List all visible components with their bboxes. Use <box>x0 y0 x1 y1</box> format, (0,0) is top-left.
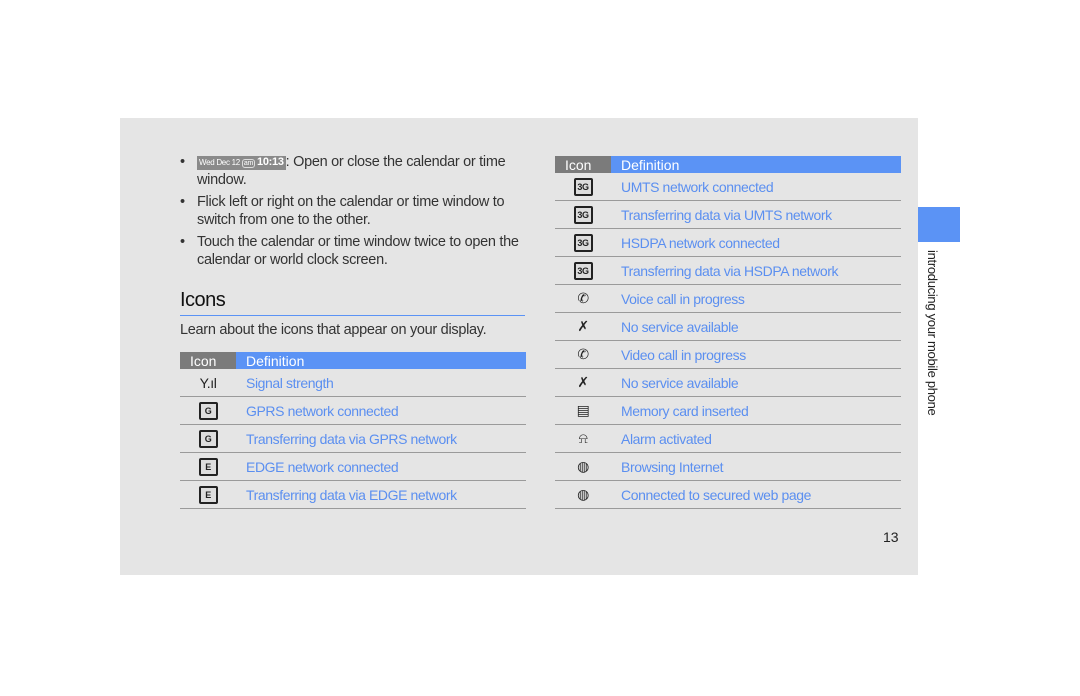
definition-cell: Transferring data via EDGE network <box>236 480 526 509</box>
section-intro: Learn about the icons that appear on you… <box>180 322 487 338</box>
bullet-dot: • <box>180 234 185 250</box>
icon-cell: E <box>180 480 236 509</box>
icons-table-right: Icon Definition 3G UMTS network connected… <box>555 156 901 509</box>
umts-icon: 3G <box>573 178 593 197</box>
table-row: ◍ Connected to secured web page <box>555 480 901 509</box>
icons-table-left: Icon Definition Y.ıl Signal strength G GPRS… <box>180 352 526 509</box>
header-definition: Definition <box>236 352 526 369</box>
definition-cell: Transferring data via GPRS network <box>236 424 526 453</box>
icon-cell: ◍ <box>555 452 611 481</box>
table-row: ✆ Video call in progress <box>555 340 901 369</box>
hsdpa-transfer-icon: 3G <box>573 262 593 281</box>
bullet-dot: • <box>180 194 185 210</box>
bullet-text: Flick left or right on the calendar or t… <box>197 194 505 228</box>
alarm-icon: ⍾ <box>578 430 588 446</box>
icon-cell: ✗ <box>555 368 611 397</box>
gprs-icon: G <box>198 402 218 421</box>
table-row: Y.ıl Signal strength <box>180 369 526 397</box>
icon-cell: ✆ <box>555 340 611 369</box>
icon-cell: G <box>180 424 236 453</box>
chapter-title: introducing your mobile phone <box>925 250 940 416</box>
table-row: ⍾ Alarm activated <box>555 424 901 453</box>
icon-cell: ⍾ <box>555 424 611 453</box>
clock-date: Wed Dec 12 <box>199 158 240 167</box>
table-row: ✗ No service available <box>555 312 901 341</box>
table-row: 3G Transferring data via UMTS network <box>555 200 901 229</box>
icon-cell: E <box>180 452 236 481</box>
icon-cell: ▤ <box>555 396 611 425</box>
clock-time: 10:13 <box>257 156 284 168</box>
icon-cell: 3G <box>555 173 611 201</box>
hsdpa-icon: 3G <box>573 234 593 253</box>
icon-cell: ✆ <box>555 284 611 313</box>
definition-cell: Browsing Internet <box>611 452 901 481</box>
definition-cell: EDGE network connected <box>236 452 526 481</box>
icon-cell: ◍ <box>555 480 611 509</box>
table-row: ✆ Voice call in progress <box>555 284 901 313</box>
header-definition: Definition <box>611 156 901 173</box>
edge-transfer-icon: E <box>198 486 218 505</box>
icon-cell: 3G <box>555 228 611 257</box>
table-row: 3G Transferring data via HSDPA network <box>555 256 901 285</box>
no-service-icon: ✗ <box>577 318 589 334</box>
definition-cell: Voice call in progress <box>611 284 901 313</box>
clock-widget-image: Wed Dec 12 am 10:13 <box>197 156 286 170</box>
chapter-tab <box>918 207 960 242</box>
browsing-internet-icon: ◍ <box>577 458 589 474</box>
no-video-service-icon: ✗ <box>577 374 589 390</box>
definition-cell: UMTS network connected <box>611 173 901 201</box>
table-row: ✗ No service available <box>555 368 901 397</box>
table-row: G GPRS network connected <box>180 396 526 425</box>
definition-cell: Video call in progress <box>611 340 901 369</box>
edge-icon: E <box>198 458 218 477</box>
definition-cell: Connected to secured web page <box>611 480 901 509</box>
table-row: G Transferring data via GPRS network <box>180 424 526 453</box>
icon-cell: ✗ <box>555 312 611 341</box>
table-row: ▤ Memory card inserted <box>555 396 901 425</box>
definition-cell: Alarm activated <box>611 424 901 453</box>
bullet-item: • Wed Dec 12 am 10:13: Open or close the c… <box>180 153 530 189</box>
voice-call-icon: ✆ <box>577 290 589 306</box>
bullet-dot: • <box>180 154 185 170</box>
section-title: Icons <box>180 289 226 311</box>
title-underline <box>180 315 525 316</box>
bullet-text: Touch the calendar or time window twice … <box>197 234 519 268</box>
secured-web-icon: ◍ <box>577 486 589 502</box>
icon-cell: 3G <box>555 200 611 229</box>
bullet-item: • Touch the calendar or time window twic… <box>180 233 530 269</box>
table-row: ◍ Browsing Internet <box>555 452 901 481</box>
memory-card-icon: ▤ <box>576 402 590 418</box>
icon-cell: 3G <box>555 256 611 285</box>
definition-cell: No service available <box>611 312 901 341</box>
definition-cell: Transferring data via UMTS network <box>611 200 901 229</box>
bullet-list: • Wed Dec 12 am 10:13: Open or close the c… <box>180 153 530 273</box>
table-row: 3G UMTS network connected <box>555 173 901 201</box>
umts-transfer-icon: 3G <box>573 206 593 225</box>
icon-cell: G <box>180 396 236 425</box>
bullet-item: • Flick left or right on the calendar or… <box>180 193 530 229</box>
table-row: E Transferring data via EDGE network <box>180 480 526 509</box>
definition-cell: Signal strength <box>236 369 526 397</box>
header-icon: Icon <box>180 352 236 369</box>
definition-cell: Memory card inserted <box>611 396 901 425</box>
signal-strength-icon: Y.ıl <box>199 374 217 391</box>
video-call-icon: ✆ <box>577 346 589 362</box>
clock-ampm: am <box>241 159 256 168</box>
definition-cell: HSDPA network connected <box>611 228 901 257</box>
definition-cell: GPRS network connected <box>236 396 526 425</box>
header-icon: Icon <box>555 156 611 173</box>
table-row: E EDGE network connected <box>180 452 526 481</box>
icon-cell: Y.ıl <box>180 369 236 397</box>
table-row: 3G HSDPA network connected <box>555 228 901 257</box>
definition-cell: No service available <box>611 368 901 397</box>
page-number: 13 <box>883 529 899 545</box>
gprs-transfer-icon: G <box>198 430 218 449</box>
definition-cell: Transferring data via HSDPA network <box>611 256 901 285</box>
